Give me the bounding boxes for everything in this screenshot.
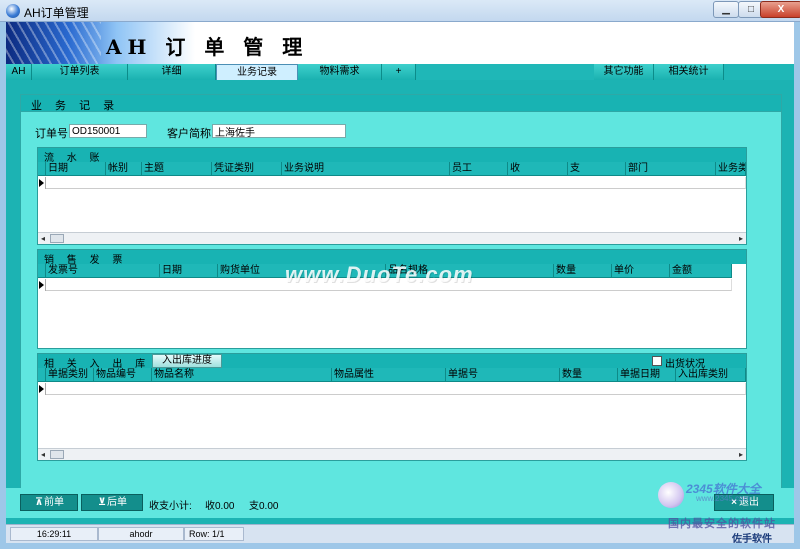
summary-label: 收支小计: bbox=[149, 501, 192, 512]
inout-col-quantity[interactable]: 数量 bbox=[560, 368, 618, 382]
close-button[interactable]: X bbox=[760, 1, 800, 18]
prev-order-label: 前单 bbox=[44, 497, 64, 508]
ledger-empty-row[interactable] bbox=[46, 177, 746, 189]
tab-order-list[interactable]: 订单列表 bbox=[32, 64, 128, 80]
panel-title: 业 务 记 录 bbox=[31, 100, 120, 112]
banner-title: AH 订 单 管 理 bbox=[106, 35, 309, 59]
scroll-left-icon[interactable]: ◂ bbox=[41, 233, 45, 244]
inout-col-inout-type[interactable]: 入出库类别 bbox=[676, 368, 746, 382]
scroll-thumb[interactable] bbox=[50, 234, 64, 243]
ledger-col-account[interactable]: 帐别 bbox=[106, 162, 142, 176]
inout-col-doc-date[interactable]: 单据日期 bbox=[618, 368, 676, 382]
tab-ah[interactable]: AH bbox=[6, 64, 32, 80]
ledger-col-voucher-type[interactable]: 凭证类别 bbox=[212, 162, 282, 176]
inout-col-item-code[interactable]: 物品编号 bbox=[94, 368, 152, 382]
income-total: 收0.00 bbox=[205, 501, 235, 512]
ledger-col-income[interactable]: 收 bbox=[508, 162, 568, 176]
inout-column-headers: 单据类别 物品编号 物品名称 物品属性 单据号 数量 单据日期 入出库类别 bbox=[38, 368, 746, 382]
tab-strip: AH 订单列表 详细 业务记录 物料需求 + 其它功能 相关统计 bbox=[6, 64, 794, 80]
minimize-button[interactable]: ▁ bbox=[713, 1, 739, 18]
status-rows: Row: 1/1 bbox=[184, 527, 244, 541]
brand-line2: www.2345.com bbox=[696, 494, 751, 503]
scroll-thumb[interactable] bbox=[50, 450, 64, 459]
ledger-header: 流 水 账 bbox=[38, 148, 746, 164]
invoice-col-quantity[interactable]: 数量 bbox=[554, 264, 612, 278]
ledger-section: 流 水 账 日期 帐别 主题 凭证类别 业务说明 员工 收 支 部门 业务类 ◂… bbox=[37, 147, 747, 245]
tab-detail[interactable]: 详细 bbox=[128, 64, 216, 80]
ledger-horizontal-scrollbar[interactable]: ◂ ▸ bbox=[38, 232, 746, 244]
inout-horizontal-scrollbar[interactable]: ◂ ▸ bbox=[38, 448, 746, 460]
invoice-col-date[interactable]: 日期 bbox=[160, 264, 218, 278]
next-icon: ⊻ bbox=[97, 497, 107, 508]
panel-header: 业 务 记 录 bbox=[21, 95, 781, 112]
tab-material-demand[interactable]: 物料需求 bbox=[298, 64, 382, 80]
inout-header: 相 关 入 出 库 入出库进度 出货状况 bbox=[38, 354, 746, 370]
inout-progress-button[interactable]: 入出库进度 bbox=[152, 354, 222, 368]
customer-input[interactable] bbox=[212, 124, 346, 138]
status-user: ahodr bbox=[98, 527, 184, 541]
ledger-col-department[interactable]: 部门 bbox=[626, 162, 716, 176]
row-indicator-header bbox=[38, 368, 46, 382]
prev-order-button[interactable]: ⊼前单 bbox=[20, 494, 78, 511]
app-banner: AH 订 单 管 理 bbox=[6, 22, 794, 64]
ledger-column-headers: 日期 帐别 主题 凭证类别 业务说明 员工 收 支 部门 业务类 bbox=[38, 162, 746, 176]
window-titlebar: AH订单管理 ▁ □ X bbox=[0, 0, 800, 22]
banner-graphic bbox=[6, 22, 101, 64]
scroll-left-icon[interactable]: ◂ bbox=[41, 449, 45, 460]
row-indicator-header bbox=[38, 264, 46, 278]
scroll-right-icon[interactable]: ▸ bbox=[739, 449, 743, 460]
row-pointer-icon bbox=[39, 385, 44, 393]
brand-line4: 佐手软件 bbox=[732, 534, 772, 545]
next-order-label: 后单 bbox=[107, 497, 127, 508]
next-order-button[interactable]: ⊻后单 bbox=[81, 494, 143, 511]
inout-col-item-name[interactable]: 物品名称 bbox=[152, 368, 332, 382]
invoice-current-row[interactable] bbox=[38, 279, 46, 291]
tab-business-records[interactable]: 业务记录 bbox=[216, 64, 298, 80]
tab-statistics[interactable]: 相关统计 bbox=[654, 64, 724, 80]
ledger-col-employee[interactable]: 员工 bbox=[450, 162, 508, 176]
ledger-col-subject[interactable]: 主题 bbox=[142, 162, 212, 176]
row-pointer-icon bbox=[39, 281, 44, 289]
app-icon bbox=[6, 4, 20, 18]
ledger-col-expense[interactable]: 支 bbox=[568, 162, 626, 176]
brand-line3: 国内最安全的软件站 bbox=[668, 518, 776, 530]
inout-col-item-attr[interactable]: 物品属性 bbox=[332, 368, 446, 382]
brand-logo-icon bbox=[658, 482, 684, 508]
invoice-col-number[interactable]: 发票号 bbox=[46, 264, 160, 278]
status-time: 16:29:11 bbox=[10, 527, 98, 541]
tab-add[interactable]: + bbox=[382, 64, 416, 80]
inout-col-doc-type[interactable]: 单据类别 bbox=[46, 368, 94, 382]
invoice-col-unit-price[interactable]: 单价 bbox=[612, 264, 670, 278]
ledger-col-description[interactable]: 业务说明 bbox=[282, 162, 450, 176]
scroll-right-icon[interactable]: ▸ bbox=[739, 233, 743, 244]
brand-watermark: 2345软件大全 www.2345.com 国内最安全的软件站 佐手软件 bbox=[658, 476, 794, 546]
shipping-status-checkbox[interactable] bbox=[652, 356, 662, 366]
row-pointer-icon bbox=[39, 179, 44, 187]
ledger-col-date[interactable]: 日期 bbox=[46, 162, 106, 176]
expense-total: 支0.00 bbox=[249, 501, 279, 512]
ledger-current-row[interactable] bbox=[38, 177, 46, 189]
inout-section: 相 关 入 出 库 入出库进度 出货状况 单据类别 物品编号 物品名称 物品属性… bbox=[37, 353, 747, 461]
site-watermark: www.DuoTe.com bbox=[285, 262, 474, 287]
customer-label: 客户简称 bbox=[167, 128, 211, 140]
tab-other-functions[interactable]: 其它功能 bbox=[594, 64, 654, 80]
order-no-input[interactable] bbox=[69, 124, 147, 138]
invoice-col-amount[interactable]: 金额 bbox=[670, 264, 732, 278]
window-title: AH订单管理 bbox=[24, 6, 89, 20]
inout-current-row[interactable] bbox=[38, 383, 46, 395]
inout-empty-row[interactable] bbox=[46, 383, 746, 395]
main-area: 业 务 记 录 订单号 客户简称 流 水 账 日期 帐别 主题 凭证类别 业务说… bbox=[6, 80, 794, 524]
inout-col-doc-no[interactable]: 单据号 bbox=[446, 368, 560, 382]
ledger-col-business-type[interactable]: 业务类 bbox=[716, 162, 746, 176]
prev-icon: ⊼ bbox=[34, 497, 44, 508]
row-indicator-header bbox=[38, 162, 46, 176]
business-records-panel: 业 务 记 录 订单号 客户简称 流 水 账 日期 帐别 主题 凭证类别 业务说… bbox=[20, 94, 782, 494]
order-no-label: 订单号 bbox=[35, 128, 68, 140]
